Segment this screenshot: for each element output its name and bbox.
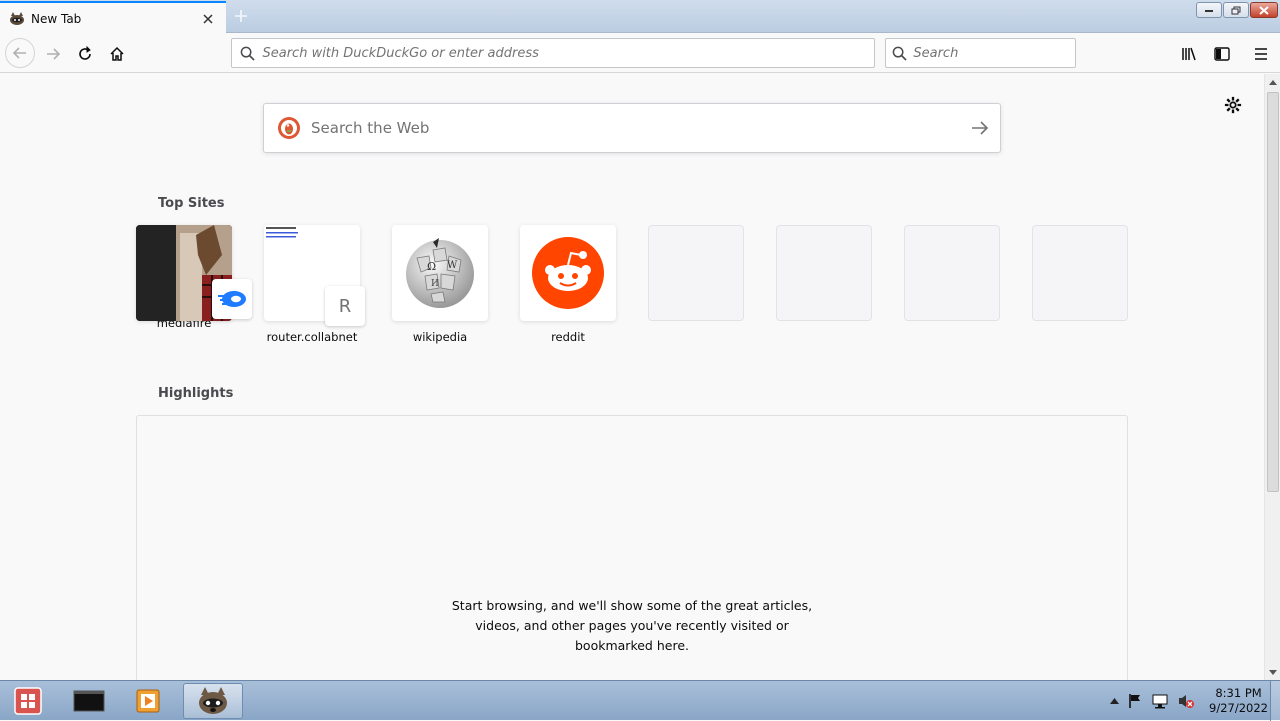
web-search-input[interactable] <box>311 119 960 137</box>
top-site-empty-slot[interactable] <box>648 225 744 344</box>
reddit-icon <box>532 237 604 309</box>
top-site-router-collabnet[interactable]: R router.collabnet <box>264 225 365 344</box>
taskbar-clock[interactable]: 8:31 PM 9/27/2022 <box>1209 686 1268 716</box>
site-thumbnail <box>266 227 298 238</box>
media-player-icon <box>136 689 160 713</box>
vertical-scrollbar[interactable] <box>1264 74 1280 680</box>
sidebar-icon <box>1214 47 1230 61</box>
forward-button[interactable] <box>38 39 68 69</box>
empty-tile[interactable] <box>1032 225 1128 321</box>
site-tile[interactable]: Ω W И <box>392 225 488 321</box>
menu-button[interactable] <box>1246 39 1276 69</box>
highlights-heading: Highlights <box>158 386 234 401</box>
new-tab-button[interactable] <box>230 5 252 27</box>
site-letter: R <box>338 295 352 317</box>
duckduckgo-icon <box>278 117 300 139</box>
network-icon[interactable] <box>1151 693 1169 709</box>
show-hidden-icons-icon[interactable] <box>1110 698 1120 704</box>
library-button[interactable] <box>1175 39 1205 69</box>
show-desktop-button[interactable] <box>1270 681 1280 721</box>
back-button[interactable] <box>5 38 35 68</box>
highlights-empty-message: Start browsing, and we'll show some of t… <box>137 596 1127 656</box>
start-icon <box>14 687 42 715</box>
reload-button[interactable] <box>70 39 100 69</box>
customize-settings-button[interactable] <box>1222 94 1244 116</box>
home-button[interactable] <box>102 39 132 69</box>
restore-button[interactable] <box>1223 2 1249 18</box>
svg-text:И: И <box>431 279 439 289</box>
top-site-empty-slot[interactable] <box>904 225 1000 344</box>
site-tile[interactable] <box>520 225 616 321</box>
volume-muted-icon[interactable] <box>1177 693 1195 709</box>
arrow-right-icon <box>972 121 989 135</box>
site-label: wikipedia <box>412 330 468 344</box>
message-line: bookmarked here. <box>575 638 689 653</box>
forward-arrow-icon <box>47 48 61 60</box>
clock-date: 9/27/2022 <box>1209 701 1268 715</box>
web-search-box[interactable] <box>263 103 1001 153</box>
close-tab-icon[interactable] <box>198 9 218 29</box>
url-bar[interactable] <box>231 38 875 68</box>
new-tab-page: Top Sites mediafire <box>0 74 1264 695</box>
library-icon <box>1182 47 1196 61</box>
gear-icon <box>1224 96 1242 114</box>
site-tile[interactable]: R <box>264 225 365 326</box>
site-label: reddit <box>551 330 585 344</box>
hamburger-icon <box>1255 48 1267 60</box>
top-site-empty-slot[interactable] <box>1032 225 1128 344</box>
sidebar-button[interactable] <box>1207 39 1237 69</box>
navigation-toolbar <box>0 34 1280 73</box>
svg-text:Ω: Ω <box>427 260 436 273</box>
top-sites-heading: Top Sites <box>158 196 225 211</box>
terminal-icon <box>73 690 105 712</box>
message-line: videos, and other pages you've recently … <box>475 618 789 633</box>
highlights-panel: Start browsing, and we'll show some of t… <box>136 415 1128 695</box>
top-site-wikipedia[interactable]: Ω W И wikipedia <box>392 225 488 344</box>
raccoon-icon <box>10 11 24 25</box>
empty-tile[interactable] <box>776 225 872 321</box>
scroll-up-icon[interactable] <box>1265 74 1280 90</box>
title-bar: New Tab <box>0 0 1280 34</box>
svg-text:W: W <box>447 260 458 271</box>
start-button[interactable] <box>6 683 50 719</box>
empty-tile[interactable] <box>904 225 1000 321</box>
search-bar[interactable] <box>885 38 1076 68</box>
tab-title: New Tab <box>31 11 82 26</box>
minimize-button[interactable] <box>1196 2 1222 18</box>
search-input[interactable] <box>913 45 1075 61</box>
top-site-empty-slot[interactable] <box>776 225 872 344</box>
action-center-flag-icon[interactable] <box>1127 693 1143 709</box>
firefox-raccoon-icon <box>199 687 227 714</box>
tab-new-tab[interactable]: New Tab <box>0 1 226 34</box>
window-controls <box>1196 2 1278 18</box>
close-window-button[interactable] <box>1250 2 1278 18</box>
search-icon <box>886 46 913 61</box>
top-sites-grid: mediafire R router.collabnet Ω W И wikip… <box>136 225 1128 344</box>
search-icon <box>232 46 262 61</box>
system-tray: 8:31 PM 9/27/2022 <box>1110 681 1268 721</box>
search-submit-button[interactable] <box>960 120 1000 136</box>
empty-tile[interactable] <box>648 225 744 321</box>
taskbar-terminal[interactable] <box>66 683 112 719</box>
scroll-thumb[interactable] <box>1267 92 1279 492</box>
scroll-down-icon[interactable] <box>1265 664 1280 680</box>
message-line: Start browsing, and we'll show some of t… <box>451 598 813 613</box>
mediafire-icon <box>212 279 252 319</box>
taskbar-firefox[interactable] <box>183 683 243 719</box>
site-label: router.collabnet <box>266 330 358 344</box>
top-site-mediafire[interactable]: mediafire <box>136 225 252 344</box>
taskbar-media-player[interactable] <box>125 683 171 719</box>
top-site-reddit[interactable]: reddit <box>520 225 616 344</box>
reload-icon <box>79 46 91 60</box>
wikipedia-globe-icon: Ω W И <box>406 238 474 308</box>
clock-time: 8:31 PM <box>1215 686 1262 700</box>
url-input[interactable] <box>262 45 874 61</box>
windows-taskbar: 8:31 PM 9/27/2022 <box>0 680 1280 721</box>
home-icon <box>110 46 124 61</box>
site-letter-badge: R <box>325 286 365 326</box>
back-arrow-icon <box>12 47 26 59</box>
